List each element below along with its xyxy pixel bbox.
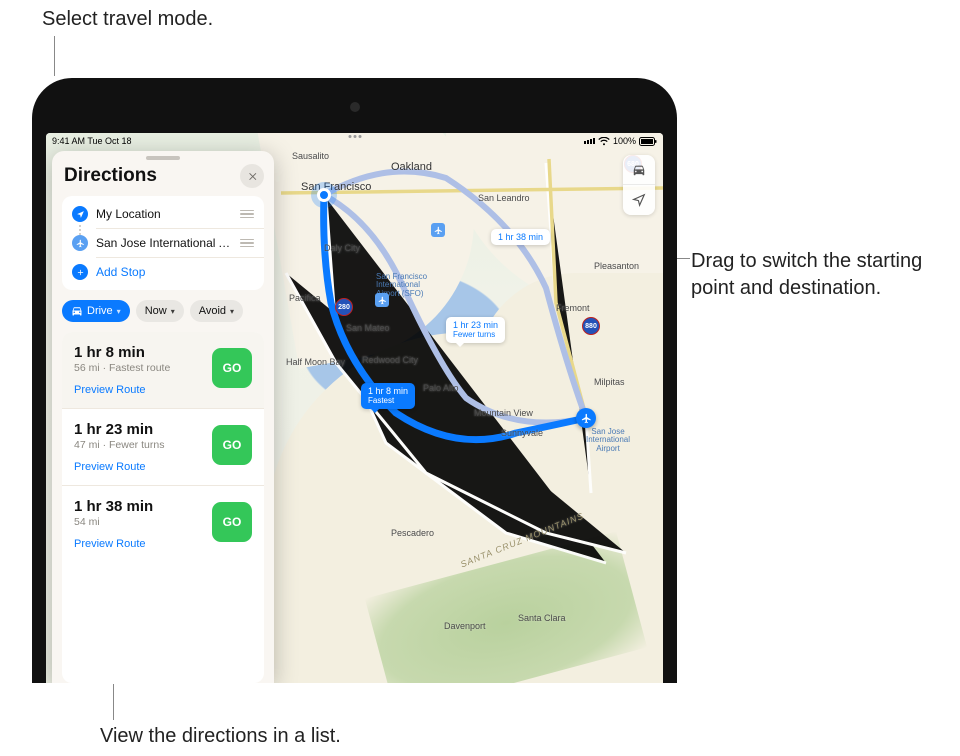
status-time: 9:41 AM Tue Oct 18 xyxy=(52,136,132,146)
label-milpitas: Milpitas xyxy=(594,377,625,387)
battery-pct: 100% xyxy=(613,136,636,146)
preview-route-link[interactable]: Preview Route xyxy=(74,384,202,396)
label-davenport: Davenport xyxy=(444,621,486,631)
callout-line xyxy=(113,684,114,720)
stop-to[interactable]: San Jose International A… xyxy=(62,229,264,257)
route-badge-fastest[interactable]: 1 hr 8 min Fastest xyxy=(361,383,415,409)
label-sausalito: Sausalito xyxy=(292,151,329,161)
drag-handle-icon[interactable] xyxy=(240,239,254,248)
stop-from-label: My Location xyxy=(96,207,232,221)
camera-icon xyxy=(350,102,360,112)
routes-list: 1 hr 8 min 56 mi · Fastest route Preview… xyxy=(62,332,264,683)
route-badge-alt1[interactable]: 1 hr 23 min Fewer turns xyxy=(446,317,505,343)
route-option[interactable]: 1 hr 23 min 47 mi · Fewer turns Preview … xyxy=(62,409,264,486)
label-pleasanton: Pleasanton xyxy=(594,261,639,271)
cellular-icon xyxy=(584,138,595,144)
go-button[interactable]: GO xyxy=(212,348,252,388)
label-sunnyvale: Sunnyvale xyxy=(501,428,543,438)
label-oakland: Oakland xyxy=(391,161,432,173)
callout-line xyxy=(54,36,55,76)
close-button[interactable] xyxy=(240,164,264,188)
car-icon xyxy=(71,305,83,317)
airport-pin-icon xyxy=(375,293,389,307)
callout-switch-points: Drag to switch the starting point and de… xyxy=(691,248,943,302)
wifi-icon xyxy=(598,137,610,146)
preview-route-link[interactable]: Preview Route xyxy=(74,461,202,473)
map-controls xyxy=(623,155,655,215)
route-option[interactable]: 1 hr 8 min 56 mi · Fastest route Preview… xyxy=(62,332,264,409)
travel-mode-label: Drive xyxy=(87,305,113,317)
screen: 9:41 AM Tue Oct 18 100% xyxy=(46,133,663,683)
chevron-down-icon: ▾ xyxy=(117,307,121,316)
destination-marker-icon xyxy=(576,408,596,428)
route-time: 1 hr 8 min xyxy=(74,344,202,361)
chevron-down-icon: ▾ xyxy=(230,307,234,316)
label-palo-alto: Palo Alto xyxy=(423,383,459,393)
status-bar: 9:41 AM Tue Oct 18 100% xyxy=(46,133,663,149)
hwy-shield-280: 280 xyxy=(335,298,353,316)
route-meta: 47 mi · Fewer turns xyxy=(74,439,202,451)
go-button[interactable]: GO xyxy=(212,502,252,542)
avoid-selector[interactable]: Avoid ▾ xyxy=(190,300,243,322)
label-santa-clara: Santa Clara xyxy=(518,613,566,623)
callout-travel-mode: Select travel mode. xyxy=(42,6,213,33)
panel-grabber[interactable] xyxy=(146,156,180,160)
sjc-label: San Jose International Airport xyxy=(586,428,630,453)
label-san-leandro: San Leandro xyxy=(478,193,530,203)
drag-handle-icon[interactable] xyxy=(240,210,254,219)
label-fremont: Fremont xyxy=(556,303,590,313)
label-daly-city: Daly City xyxy=(324,243,360,253)
route-badge-note: Fastest xyxy=(368,396,408,405)
route-meta: 54 mi xyxy=(74,516,202,528)
map-mode-button[interactable] xyxy=(623,155,655,185)
airport-icon xyxy=(72,235,88,251)
location-icon xyxy=(72,206,88,222)
battery-icon xyxy=(639,137,657,146)
travel-mode-selector[interactable]: Drive ▾ xyxy=(62,300,130,322)
label-half-moon-bay: Half Moon Bay xyxy=(286,357,345,367)
close-icon xyxy=(247,171,258,182)
label-redwood-city: Redwood City xyxy=(362,355,418,365)
label-pescadero: Pescadero xyxy=(391,528,434,538)
route-time: 1 hr 38 min xyxy=(74,498,202,515)
route-time: 1 hr 23 min xyxy=(74,421,202,438)
ipad-frame: 9:41 AM Tue Oct 18 100% xyxy=(32,78,677,683)
chevron-down-icon: ▾ xyxy=(171,307,175,316)
label-san-mateo: San Mateo xyxy=(346,323,390,333)
route-badge-time: 1 hr 8 min xyxy=(368,386,408,396)
preview-route-link[interactable]: Preview Route xyxy=(74,538,202,550)
stops-list: My Location San Jose International A… xyxy=(62,196,264,290)
callout-view-list: View the directions in a list. xyxy=(100,723,341,750)
locate-button[interactable] xyxy=(623,185,655,215)
route-badge-alt2[interactable]: 1 hr 38 min xyxy=(491,229,550,245)
add-stop-label: Add Stop xyxy=(96,265,254,279)
route-option[interactable]: 1 hr 38 min 54 mi Preview Route GO xyxy=(62,486,264,562)
filter-row: Drive ▾ Now ▾ Avoid ▾ xyxy=(52,300,274,332)
route-badge-time: 1 hr 23 min xyxy=(453,320,498,330)
when-label: Now xyxy=(145,305,167,317)
panel-title: Directions xyxy=(64,165,157,187)
hwy-shield-880: 880 xyxy=(582,317,600,335)
avoid-label: Avoid xyxy=(199,305,226,317)
multitask-indicator-icon xyxy=(348,135,361,138)
route-meta: 56 mi · Fastest route xyxy=(74,362,202,374)
label-pacifica: Pacifica xyxy=(289,293,321,303)
stop-to-label: San Jose International A… xyxy=(96,236,232,250)
directions-panel: Directions My Location xyxy=(52,151,274,683)
add-stop-button[interactable]: Add Stop xyxy=(62,258,264,286)
label-san-francisco: San Francisco xyxy=(301,181,371,193)
route-badge-note: Fewer turns xyxy=(453,330,498,339)
origin-marker-icon xyxy=(317,188,331,202)
when-selector[interactable]: Now ▾ xyxy=(136,300,184,322)
plus-icon xyxy=(72,264,88,280)
route-badge-time: 1 hr 38 min xyxy=(498,232,543,242)
airport-pin-icon xyxy=(431,223,445,237)
stop-from[interactable]: My Location xyxy=(62,200,264,228)
go-button[interactable]: GO xyxy=(212,425,252,465)
label-mountain-view: Mountain View xyxy=(474,408,533,418)
